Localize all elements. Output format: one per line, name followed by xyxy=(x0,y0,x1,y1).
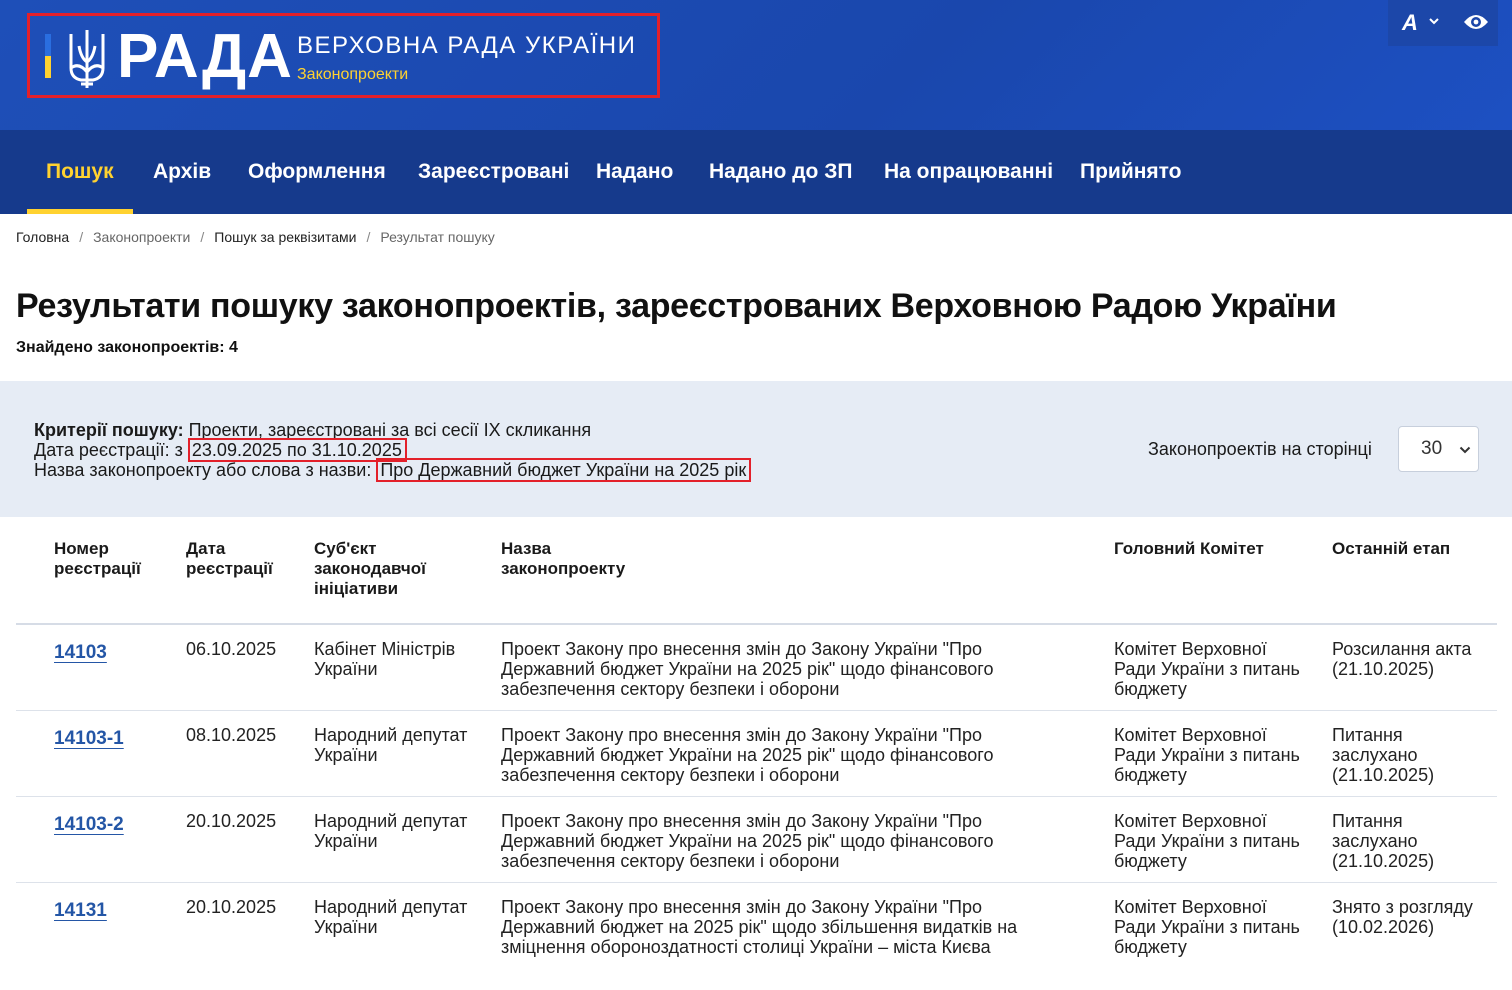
breadcrumb-home[interactable]: Головна xyxy=(16,229,69,245)
chevron-down-icon[interactable] xyxy=(1428,16,1440,26)
main-committee: Комітет Верховної Ради України з питань бю… xyxy=(1114,725,1300,785)
trident-icon xyxy=(69,30,105,88)
registration-date: 06.10.2025 xyxy=(186,639,277,659)
per-page-label: Законопроектів на сторінці xyxy=(1148,439,1372,459)
bill-name: Проект Закону про внесення змін до Закон… xyxy=(501,639,994,699)
active-tab-indicator xyxy=(27,209,133,214)
bill-number-link[interactable]: 14103-1 xyxy=(54,729,124,749)
registration-date: 20.10.2025 xyxy=(186,897,277,917)
page-title: Результати пошуку законопроектів, зареєс… xyxy=(16,287,1337,325)
site-title: ВЕРХОВНА РАДА УКРАЇНИ xyxy=(297,32,637,59)
results-count: Знайдено законопроектів: 4 xyxy=(16,339,238,356)
search-criteria-panel: Критерії пошуку: Проекти, зареєстровані … xyxy=(0,381,1512,517)
site-subtitle: Законопроекти xyxy=(297,66,409,83)
nav-item-registered[interactable]: Зареєстровані xyxy=(418,130,569,214)
breadcrumb-current: Результат пошуку xyxy=(380,229,495,245)
flag-icon xyxy=(45,34,51,78)
header-stage[interactable]: Останній етап xyxy=(1332,539,1450,559)
breadcrumb-search[interactable]: Пошук за реквізитами xyxy=(214,229,356,245)
criteria-label: Критерії пошуку: xyxy=(34,420,184,440)
nav-item-adopted[interactable]: Прийнято xyxy=(1080,130,1182,214)
site-header: РАДА ВЕРХОВНА РАДА УКРАЇНИ Законопроекти… xyxy=(0,0,1512,130)
name-criteria-label: Назва законопроекту або слова з назви: xyxy=(34,460,377,480)
nav-item-in-progress[interactable]: На опрацюванні xyxy=(884,130,1053,214)
per-page-select[interactable]: 30 xyxy=(1398,426,1479,472)
header-number[interactable]: Номер реєстрації xyxy=(54,539,141,579)
main-committee: Комітет Верховної Ради України з питань бю… xyxy=(1114,897,1300,957)
nav-item-submitted[interactable]: Надано xyxy=(596,130,673,214)
breadcrumb-bills[interactable]: Законопроекти xyxy=(93,229,190,245)
bill-name: Проект Закону про внесення змін до Закон… xyxy=(501,811,994,871)
header-name[interactable]: Назва законопроекту xyxy=(501,539,625,579)
main-nav: Пошук Архів Оформлення Зареєстровані Над… xyxy=(0,130,1512,214)
name-criteria-value: Про Державний бюджет України на 2025 рік xyxy=(376,458,752,482)
header-subject[interactable]: Суб'єкт законодавчої ініціативи xyxy=(314,539,426,599)
initiative-subject: Народний депутат України xyxy=(314,725,468,765)
bill-number-link[interactable]: 14103 xyxy=(54,643,107,663)
table-row: 14103-2 20.10.2025 Народний депутат Украї… xyxy=(16,797,1497,883)
eye-icon[interactable] xyxy=(1463,12,1489,32)
last-stage: Питання заслухано (21.10.2025) xyxy=(1332,811,1435,871)
rada-wordmark: РАДА xyxy=(117,22,293,91)
font-size-button[interactable]: A xyxy=(1402,10,1418,36)
table-row: 14131 20.10.2025 Народний депутат України… xyxy=(16,883,1497,969)
initiative-subject: Народний депутат України xyxy=(314,811,468,851)
criteria-value: Проекти, зареєстровані за всі сесії IX с… xyxy=(183,420,592,440)
date-criteria-line: Дата реєстрації: з 23.09.2025 по 31.10.2… xyxy=(34,438,407,462)
breadcrumb: Головна / Законопроекти / Пошук за реквізита… xyxy=(16,229,495,245)
initiative-subject: Народний депутат України xyxy=(314,897,468,937)
bill-name: Проект Закону про внесення змін до Закон… xyxy=(501,897,1018,957)
header-date[interactable]: Дата реєстрації xyxy=(186,539,273,579)
bill-name: Проект Закону про внесення змін до Закон… xyxy=(501,725,994,785)
main-committee: Комітет Верховної Ради України з питань бю… xyxy=(1114,811,1300,871)
registration-date: 08.10.2025 xyxy=(186,725,277,745)
main-committee: Комітет Верховної Ради України з питань бю… xyxy=(1114,639,1300,699)
bill-number-link[interactable]: 14131 xyxy=(54,901,107,921)
last-stage: Знято з розгляду (10.02.2026) xyxy=(1332,897,1473,937)
last-stage: Питання заслухано (21.10.2025) xyxy=(1332,725,1435,785)
nav-item-processing[interactable]: Оформлення xyxy=(248,130,386,214)
nav-item-search[interactable]: Пошук xyxy=(46,130,114,214)
site-logo-link[interactable]: РАДА ВЕРХОВНА РАДА УКРАЇНИ Законопроекти xyxy=(27,13,660,98)
last-stage: Розсилання акта (21.10.2025) xyxy=(1332,639,1472,679)
header-committee[interactable]: Головний Комітет xyxy=(1114,539,1264,559)
date-criteria-value: 23.09.2025 по 31.10.2025 xyxy=(187,438,407,462)
registration-date: 20.10.2025 xyxy=(186,811,277,831)
name-criteria-line: Назва законопроекту або слова з назви: П… xyxy=(34,458,752,482)
table-row: 14103-1 08.10.2025 Народний депутат Украї… xyxy=(16,711,1497,797)
per-page-value: 30 xyxy=(1421,438,1443,459)
date-criteria-label: Дата реєстрації: з xyxy=(34,440,188,460)
initiative-subject: Кабінет Міністрів України xyxy=(314,639,456,679)
bill-number-link[interactable]: 14103-2 xyxy=(54,815,124,835)
nav-item-archive[interactable]: Архів xyxy=(153,130,211,214)
criteria-line: Критерії пошуку: Проекти, зареєстровані … xyxy=(34,420,591,440)
table-row: 14103 06.10.2025 Кабінет Міністрів Україн… xyxy=(16,625,1497,711)
nav-item-submitted-to-zp[interactable]: Надано до ЗП xyxy=(709,130,852,214)
chevron-down-icon xyxy=(1459,446,1471,454)
accessibility-tools: A xyxy=(1388,0,1498,46)
